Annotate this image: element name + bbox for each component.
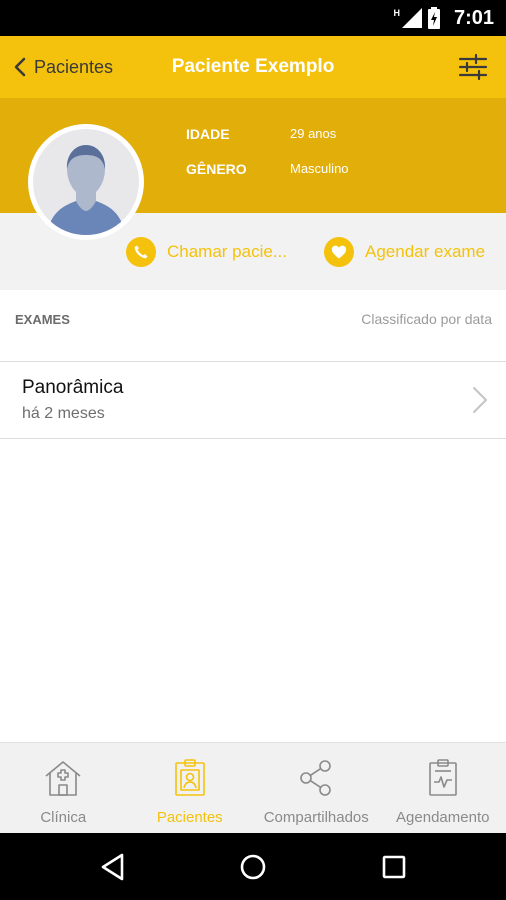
- phone-icon: [126, 237, 156, 267]
- share-icon: [300, 760, 332, 796]
- filter-button[interactable]: [458, 53, 488, 81]
- battery-icon: [427, 7, 440, 29]
- recents-square-icon[interactable]: [378, 851, 410, 883]
- heart-icon: [324, 237, 354, 267]
- exam-date: há 2 meses: [22, 405, 105, 422]
- avatar: [28, 124, 144, 240]
- gender-row: GÊNERO Masculino: [186, 161, 349, 177]
- tab-pacientes[interactable]: Pacientes: [127, 743, 254, 833]
- gender-value: Masculino: [290, 161, 349, 176]
- back-triangle-icon[interactable]: [98, 851, 130, 883]
- gender-label: GÊNERO: [186, 161, 247, 177]
- app-bar: Pacientes Paciente Exemplo: [0, 36, 506, 98]
- signal-icon: [401, 8, 422, 28]
- person-silhouette-icon: [51, 145, 121, 235]
- clinic-icon: [45, 761, 81, 796]
- age-label: IDADE: [186, 126, 230, 142]
- patients-icon: [174, 759, 205, 796]
- tab-label: Pacientes: [156, 809, 223, 826]
- exams-section-header: EXAMES Classificado por data: [0, 290, 506, 362]
- tab-clinica[interactable]: Clínica: [0, 743, 127, 833]
- age-value: 29 anos: [290, 126, 337, 141]
- chevron-left-icon: [14, 57, 26, 77]
- tab-agendamento[interactable]: Agendamento: [380, 743, 506, 833]
- schedule-icon: [428, 759, 457, 796]
- exam-list-item[interactable]: Panorâmica há 2 meses: [0, 362, 506, 439]
- back-label: Pacientes: [34, 56, 114, 77]
- tab-compartilhados[interactable]: Compartilhados: [253, 743, 380, 833]
- call-patient-button[interactable]: Chamar pacie...: [126, 237, 287, 267]
- network-type-label: H: [393, 8, 400, 18]
- exam-name: Panorâmica: [22, 377, 124, 398]
- schedule-exam-button[interactable]: Agendar exame: [324, 237, 485, 267]
- back-button[interactable]: Pacientes: [14, 36, 113, 98]
- chevron-right-icon: [473, 387, 487, 413]
- schedule-exam-label: Agendar exame: [365, 242, 486, 261]
- sliders-icon: [458, 53, 488, 81]
- status-bar: H 7:01: [0, 0, 506, 36]
- age-row: IDADE 29 anos: [186, 126, 336, 142]
- call-patient-label: Chamar pacie...: [167, 242, 287, 261]
- exams-title: EXAMES: [15, 312, 70, 327]
- tab-label: Clínica: [40, 809, 87, 826]
- home-circle-icon[interactable]: [237, 851, 269, 883]
- sort-label[interactable]: Classificado por data: [361, 311, 492, 327]
- tab-label: Compartilhados: [263, 809, 369, 826]
- tab-label: Agendamento: [396, 809, 490, 826]
- clock: 7:01: [453, 6, 494, 29]
- bottom-tab-bar: Clínica Pacientes Compartilhados Agendam…: [0, 742, 506, 833]
- system-nav-bar: [0, 833, 506, 900]
